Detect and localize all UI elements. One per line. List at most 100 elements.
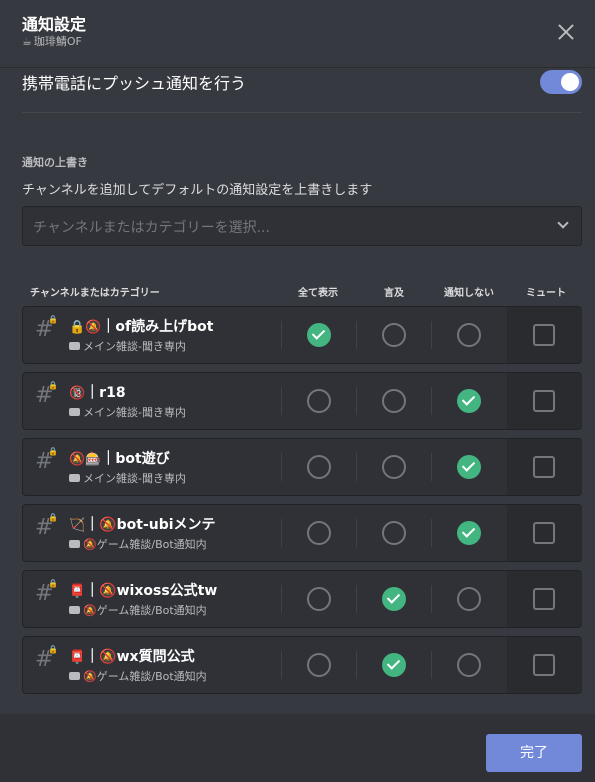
channel-name: 🏹｜🔕bot-ubiメンテ [69,514,216,534]
channel-row: # 🔒 🔞｜r18 メイン雑談-聞き専内 [22,372,582,430]
radio-mentions[interactable] [382,323,406,347]
server-name: 珈琲鯖OF [33,35,82,48]
channel-name-text: ｜bot遊び [101,451,170,467]
channel-name-text: ｜of読み上げbot [101,319,214,335]
push-notification-toggle[interactable] [540,70,582,94]
chat-bubble-icon [69,474,80,482]
column-divider [431,321,432,349]
lock-icon: 🔒 [48,315,58,324]
column-divider [356,519,357,547]
mute-checkbox[interactable] [533,522,555,544]
server-subtitle: ☕ 珈琲鯖OF [22,33,82,49]
mute-cell [507,571,582,627]
column-header-mute: ミュート [526,288,566,299]
chat-bubble-icon [69,540,80,548]
column-divider [356,453,357,481]
radio-all[interactable] [307,455,331,479]
modal-header: 通知設定 ☕ 珈琲鯖OF [0,0,595,68]
category-icon: 🔕 [83,670,97,683]
radio-nothing[interactable] [457,323,481,347]
radio-nothing[interactable] [457,455,481,479]
column-divider [281,585,282,613]
close-icon[interactable] [555,21,577,43]
channel-name-text: ｜🔕wx質問公式 [85,649,195,665]
modal-title: 通知設定 [22,15,87,34]
mute-checkbox[interactable] [533,324,555,346]
modal-footer: 完了 [0,714,595,782]
radio-nothing[interactable] [457,521,481,545]
channel-category: メイン雑談-聞き専内 [69,404,186,420]
category-name: ゲーム雑談/Bot通知内 [96,604,207,617]
radio-all[interactable] [307,323,331,347]
radio-mentions[interactable] [382,653,406,677]
channel-name: 🔒🔕｜of読み上げbot [69,316,213,336]
lock-icon: 🔒 [48,579,58,588]
column-divider [431,519,432,547]
channel-name: 🔞｜r18 [69,382,126,402]
lock-icon: 🔒 [48,513,58,522]
radio-mentions[interactable] [382,389,406,413]
channel-name: 📮｜🔕wx質問公式 [69,646,195,666]
radio-nothing[interactable] [457,389,481,413]
override-section-title: 通知の上書き [22,156,88,169]
column-divider [431,585,432,613]
category-name: ゲーム雑談/Bot通知内 [96,670,207,683]
channel-category-select[interactable]: チャンネルまたはカテゴリーを選択... [22,206,582,246]
channel-emoji-icons: 🔕🎰 [69,452,102,467]
channel-emoji-icons: 🔞 [69,386,86,401]
mute-checkbox[interactable] [533,390,555,412]
channel-category: メイン雑談-聞き専内 [69,470,186,486]
channel-emoji-icons: 📮 [69,650,86,665]
radio-mentions[interactable] [382,587,406,611]
lock-icon: 🔒 [48,447,58,456]
column-divider [431,453,432,481]
radio-mentions[interactable] [382,521,406,545]
lock-icon: 🔒 [48,645,58,654]
radio-mentions[interactable] [382,455,406,479]
column-divider [356,387,357,415]
channel-row: # 🔒 🔒🔕｜of読み上げbot メイン雑談-聞き専内 [22,306,582,364]
category-name: メイン雑談-聞き専内 [83,472,186,485]
category-icon: 🔕 [83,538,97,551]
column-header-mentions: 言及 [384,288,404,299]
mute-checkbox[interactable] [533,588,555,610]
channel-name: 🔕🎰｜bot遊び [69,448,170,468]
radio-nothing[interactable] [457,653,481,677]
channel-name-text: ｜r18 [85,385,126,401]
channel-row: # 🔒 🔕🎰｜bot遊び メイン雑談-聞き専内 [22,438,582,496]
channel-name: 📮｜🔕wixoss公式tw [69,580,217,600]
category-name: メイン雑談-聞き専内 [83,406,186,419]
mute-cell [507,373,582,429]
channel-category: 🔕ゲーム雑談/Bot通知内 [69,668,207,684]
column-divider [281,387,282,415]
column-divider [281,519,282,547]
column-divider [356,321,357,349]
column-header-all: 全て表示 [298,288,338,299]
chat-bubble-icon [69,408,80,416]
radio-all[interactable] [307,389,331,413]
radio-all[interactable] [307,521,331,545]
mute-checkbox[interactable] [533,456,555,478]
column-divider [356,585,357,613]
radio-nothing[interactable] [457,587,481,611]
select-placeholder: チャンネルまたはカテゴリーを選択... [33,220,270,236]
mute-cell [507,505,582,561]
settings-scroll-area[interactable]: 携帯電話にプッシュ通知を行う 通知の上書き チャンネルを追加してデフォルトの通知… [0,68,595,714]
channel-emoji-icons: 🏹 [69,518,86,533]
chevron-down-icon [557,217,569,229]
toggle-knob [561,73,579,91]
radio-all[interactable] [307,587,331,611]
column-header-nothing: 通知しない [444,288,494,299]
channel-name-text: ｜🔕wixoss公式tw [85,583,218,599]
chat-bubble-icon [69,342,80,350]
mute-checkbox[interactable] [533,654,555,676]
mute-cell [507,439,582,495]
category-name: メイン雑談-聞き専内 [83,340,186,353]
override-description: チャンネルを追加してデフォルトの通知設定を上書きします [22,183,373,198]
chat-bubble-icon [69,606,80,614]
category-name: ゲーム雑談/Bot通知内 [96,538,207,551]
radio-all[interactable] [307,653,331,677]
channel-category: 🔕ゲーム雑談/Bot通知内 [69,536,207,552]
done-button[interactable]: 完了 [486,734,582,772]
channel-emoji-icons: 📮 [69,584,86,599]
